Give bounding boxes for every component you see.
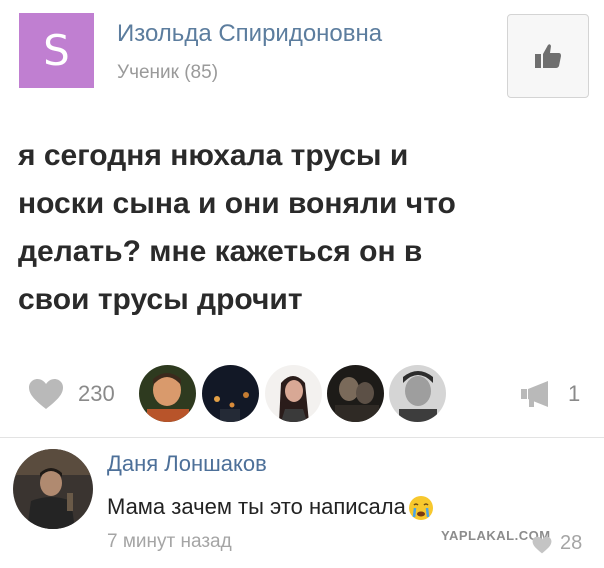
comment-heart-icon[interactable] xyxy=(532,536,552,554)
thumbs-up-icon xyxy=(535,44,561,68)
megaphone-icon[interactable] xyxy=(520,380,552,408)
avatar-letter: S xyxy=(43,26,70,75)
author-rank: Ученик (85) xyxy=(117,62,219,83)
post-text: я сегодня нюхала трусы и носки сына и он… xyxy=(18,139,456,316)
liker-avatar-1[interactable] xyxy=(139,365,196,422)
author-name[interactable]: Изольда Спиридоновна xyxy=(117,20,382,48)
comment-text: Мама зачем ты это написала xyxy=(107,494,434,521)
post-stats: 230 1 xyxy=(0,360,604,430)
author-avatar[interactable]: S xyxy=(19,13,94,88)
repost-count[interactable]: 1 xyxy=(568,381,580,407)
liker-avatar-4[interactable] xyxy=(327,365,384,422)
comments-divider xyxy=(0,437,604,438)
commenter-avatar[interactable] xyxy=(13,449,93,529)
comment-author[interactable]: Даня Лоншаков xyxy=(107,451,267,477)
comment-timestamp: 7 минут назад xyxy=(107,531,232,552)
liker-avatar-2[interactable] xyxy=(202,365,259,422)
thumbs-up-button[interactable] xyxy=(507,14,589,98)
like-count[interactable]: 230 xyxy=(78,381,115,407)
liker-avatar-3[interactable] xyxy=(265,365,322,422)
comment-like-count[interactable]: 28 xyxy=(560,532,582,555)
heart-icon[interactable] xyxy=(28,378,64,410)
comment-text-content: Мама зачем ты это написала xyxy=(107,494,406,519)
liker-avatar-5[interactable] xyxy=(389,365,446,422)
crying-face-emoji xyxy=(408,496,433,521)
